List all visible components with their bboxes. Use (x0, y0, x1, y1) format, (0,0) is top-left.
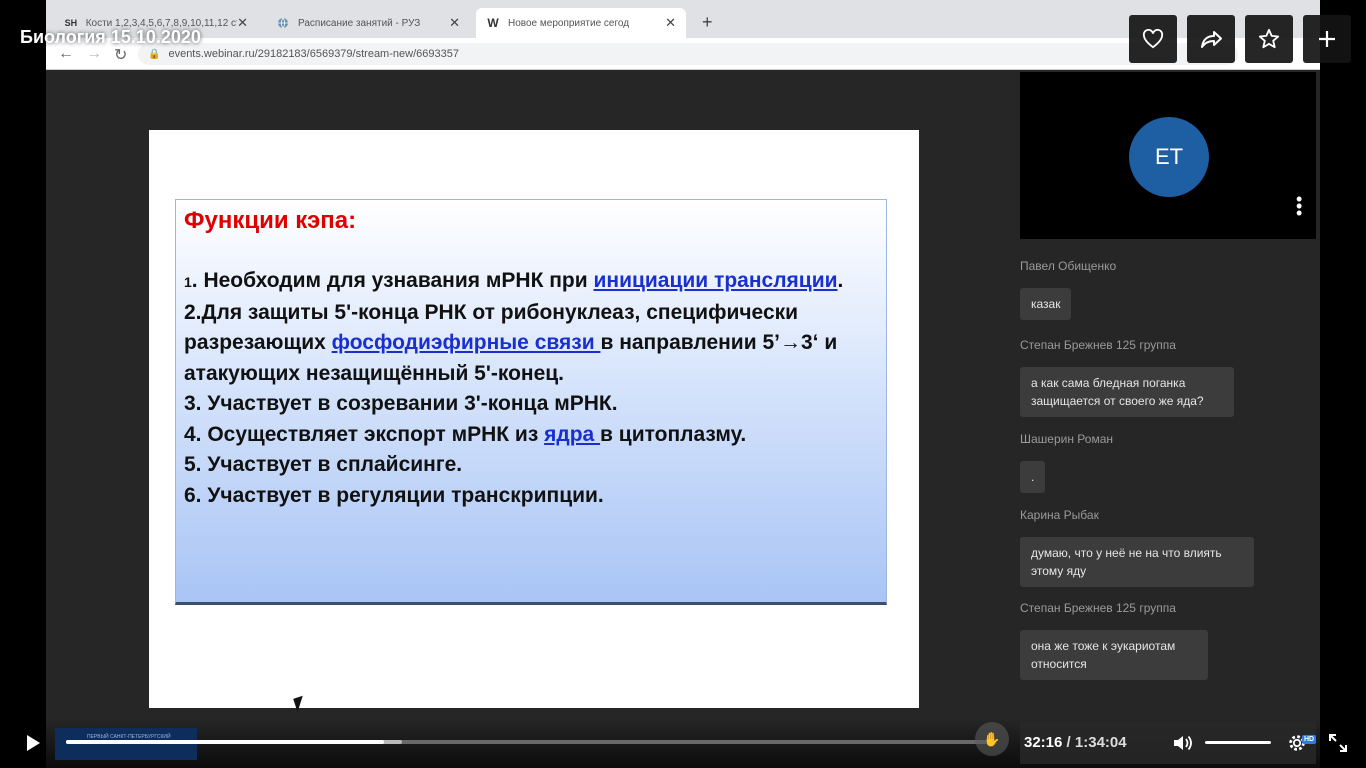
video-title: Биология 15.10.2020 (20, 27, 201, 47)
current-time: 32:16 (1024, 734, 1063, 751)
chat-author: Степан Брежнев 125 группа (1020, 601, 1176, 615)
close-icon: ✕ (237, 15, 248, 30)
hd-badge: HD (1302, 735, 1317, 744)
slide-item-2: 2.Для защиты 5'-конца РНК от рибонуклеаз… (184, 300, 838, 385)
chat-author: Шашерин Роман (1020, 432, 1114, 446)
slide-item-1: 1. Необходим для узнавания мРНК при иниц… (184, 269, 844, 292)
slide-content-box: Функции кэпа: 1. Необходим для узнавания… (175, 199, 887, 605)
volume-slider[interactable] (1205, 741, 1271, 744)
slide-item-3: 3. Участвует в созревании 3'-конца мРНК. (184, 392, 618, 415)
star-icon (1258, 28, 1280, 49)
more-vertical-icon: • • • (1296, 189, 1303, 223)
chat-panel: Павел Обищенко казак Степан Брежнев 125 … (1020, 258, 1316, 680)
presentation-slide: Функции кэпа: 1. Необходим для узнавания… (149, 130, 919, 713)
new-tab-icon: + (702, 12, 713, 32)
url-field: 🔒 events.webinar.ru/29182183/6569379/str… (138, 43, 1238, 65)
chat-message: Карина Рыбак думаю, что у неё не на что … (1020, 507, 1316, 587)
fullscreen-icon[interactable] (1328, 733, 1348, 753)
chat-message: Степан Брежнев 125 группа она же тоже к … (1020, 600, 1316, 680)
time-display: 32:16 / 1:34:04 (1024, 734, 1127, 751)
browser-tab-active: W Новое мероприятие сегод ✕ (476, 8, 686, 38)
chat-bubble: она же тоже к эукариотам относится (1020, 630, 1208, 680)
slide-link: фосфодиэфирные связи (331, 331, 601, 354)
chat-author: Карина Рыбак (1020, 508, 1099, 522)
speaker-camera-tile: ET • • • (1020, 72, 1316, 239)
chat-bubble: казак (1020, 288, 1072, 320)
close-icon: ✕ (665, 15, 676, 30)
slide-item-6: 6. Участвует в регуляции транскрипции. (184, 483, 604, 507)
globe-icon (276, 16, 290, 30)
recorded-browser-window: SH Кости 1,2,3,4,5,6,7,8,9,10,11,12 ст ✕… (46, 0, 1320, 768)
chat-message: Шашерин Роман . (1020, 431, 1316, 493)
chat-author: Степан Брежнев 125 группа (1020, 338, 1176, 352)
heart-icon (1142, 29, 1164, 49)
add-to-playlist-button[interactable] (1303, 15, 1351, 63)
university-logo: ПЕРВЫЙ САНКТ-ПЕТЕРБУРГСКИЙ (55, 728, 197, 760)
seek-bar-played (66, 740, 385, 744)
plus-icon (1319, 31, 1335, 47)
site-favicon-icon: W (487, 16, 499, 30)
slide-item-5: 5. Участвует в сплайсинге. (184, 453, 463, 476)
chat-author: Павел Обищенко (1020, 259, 1117, 273)
seek-bar[interactable] (66, 740, 994, 744)
lock-icon: 🔒 (148, 48, 161, 60)
like-button[interactable] (1129, 15, 1177, 63)
tab-title: Новое мероприятие сегод (508, 17, 630, 29)
scroll-hand-icon[interactable]: ✋ (975, 722, 1009, 756)
chat-message: Павел Обищенко казак (1020, 258, 1316, 320)
time-separator: / (1066, 734, 1071, 751)
share-button[interactable] (1187, 15, 1235, 63)
slide-link: инициации трансляции (593, 269, 838, 292)
chat-message: Степан Брежнев 125 группа а как сама бле… (1020, 337, 1316, 417)
video-player[interactable]: SH Кости 1,2,3,4,5,6,7,8,9,10,11,12 ст ✕… (0, 0, 1366, 768)
slide-heading: Функции кэпа: (184, 207, 357, 234)
chat-bubble: а как сама бледная поганка защищается от… (1020, 367, 1234, 417)
chat-bubble: . (1020, 461, 1046, 493)
play-icon[interactable] (24, 734, 42, 752)
total-duration: 1:34:04 (1074, 734, 1127, 751)
url-text: events.webinar.ru/29182183/6569379/strea… (168, 48, 459, 60)
reload-icon: ↻ (114, 47, 128, 64)
slide-item-4: 4. Осуществляет экспорт мРНК из ядра в ц… (184, 422, 747, 446)
share-icon (1201, 31, 1222, 48)
favorite-button[interactable] (1245, 15, 1293, 63)
close-icon: ✕ (449, 15, 460, 30)
chat-bubble: думаю, что у неё не на что влиять этому … (1020, 537, 1254, 587)
avatar: ET (1129, 117, 1209, 197)
browser-tab: Расписание занятий - РУЗ ✕ (266, 8, 470, 38)
slide-link: ядра (544, 422, 601, 446)
mouse-cursor-icon (293, 693, 313, 713)
tab-title: Расписание занятий - РУЗ (298, 17, 421, 29)
volume-icon[interactable] (1172, 733, 1194, 753)
